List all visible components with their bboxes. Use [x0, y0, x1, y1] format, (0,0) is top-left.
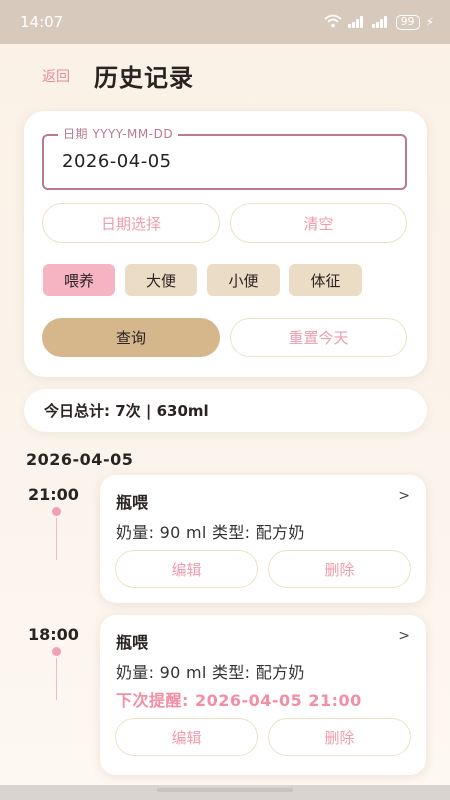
group-date-heading: 2026-04-05	[26, 450, 134, 469]
daily-summary: 今日总计: 7次 | 630ml	[24, 389, 427, 432]
status-bar: 14:07 99 ⚡	[0, 0, 450, 44]
timeline-dot	[52, 647, 61, 656]
summary-text: 今日总计: 7次 | 630ml	[44, 402, 209, 420]
entry-card[interactable]: 瓶喂 > 奶量: 90 ml 类型: 配方奶 编辑 删除	[100, 475, 426, 603]
entry-detail: 奶量: 90 ml 类型: 配方奶	[116, 523, 305, 542]
pick-date-button[interactable]: 日期选择	[42, 203, 220, 243]
entry-card[interactable]: 瓶喂 > 奶量: 90 ml 类型: 配方奶 下次提醒: 2026-04-05 …	[100, 615, 426, 775]
clear-button[interactable]: 清空	[230, 203, 407, 243]
charging-icon: ⚡	[425, 15, 434, 29]
back-button[interactable]: 返回	[42, 66, 70, 86]
next-reminder: 下次提醒: 2026-04-05 21:00	[116, 691, 362, 710]
chevron-right-icon[interactable]: >	[398, 628, 410, 644]
filter-card: 日期 YYYY-MM-DD 2026-04-05 日期选择 清空 喂养 大便 小…	[24, 111, 427, 377]
timeline-line	[56, 658, 57, 700]
timeline-line	[56, 518, 57, 560]
entry-title: 瓶喂	[116, 633, 149, 652]
chevron-right-icon[interactable]: >	[398, 488, 410, 504]
header: 返回 历史记录	[0, 58, 450, 94]
status-time: 14:07	[20, 13, 64, 31]
query-button[interactable]: 查询	[42, 318, 220, 357]
entry-title: 瓶喂	[116, 493, 149, 512]
reset-today-button[interactable]: 重置今天	[230, 318, 407, 357]
delete-button[interactable]: 删除	[268, 718, 411, 756]
chip-urine[interactable]: 小便	[207, 264, 280, 296]
chip-stool[interactable]: 大便	[125, 264, 197, 296]
timeline-dot	[52, 507, 61, 516]
chip-feeding[interactable]: 喂养	[43, 264, 115, 296]
delete-button[interactable]: 删除	[268, 550, 411, 588]
edit-button[interactable]: 编辑	[115, 550, 258, 588]
signal-icon	[347, 16, 366, 28]
signal-icon	[371, 16, 390, 28]
wifi-icon	[323, 14, 342, 31]
entry-detail: 奶量: 90 ml 类型: 配方奶	[116, 663, 305, 682]
date-input-value: 2026-04-05	[62, 151, 172, 172]
date-input-label: 日期 YYYY-MM-DD	[58, 125, 179, 142]
home-indicator[interactable]	[157, 788, 293, 792]
chip-vitals[interactable]: 体征	[289, 264, 362, 296]
status-icons: 99 ⚡	[323, 14, 434, 31]
page-title: 历史记录	[94, 64, 194, 92]
battery-icon: 99	[395, 14, 420, 30]
date-input[interactable]: 日期 YYYY-MM-DD 2026-04-05	[42, 125, 407, 190]
entry-time: 18:00	[28, 625, 79, 644]
edit-button[interactable]: 编辑	[115, 718, 258, 756]
entry-time: 21:00	[28, 485, 79, 504]
